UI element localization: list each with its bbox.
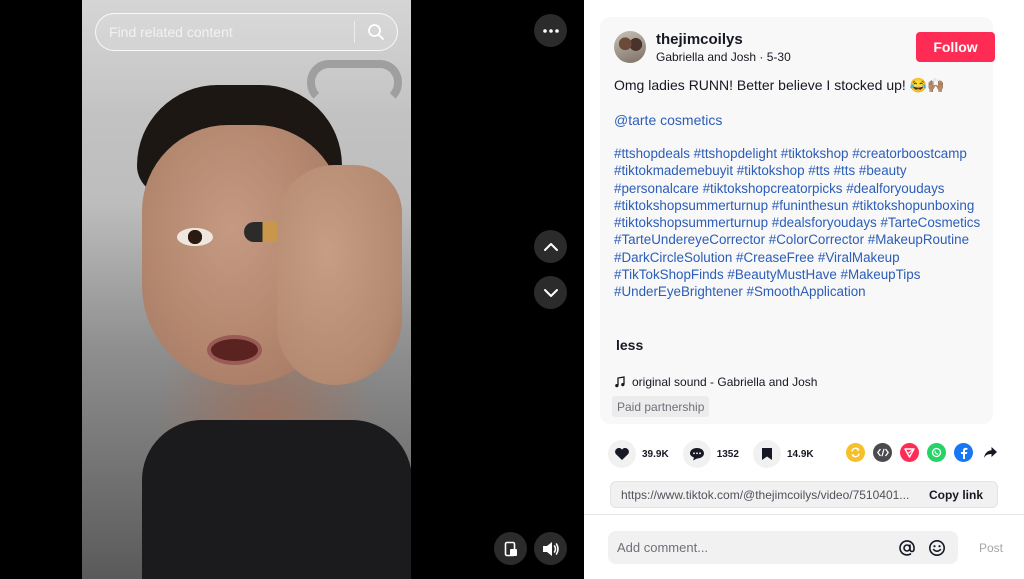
whatsapp-icon[interactable] [927, 443, 946, 462]
chevron-down-icon [543, 288, 558, 297]
related-search-input[interactable]: Find related content [95, 13, 398, 51]
comment-input[interactable]: Add comment... [608, 531, 958, 564]
author-display-name: Gabriella and Josh [656, 50, 757, 64]
mention-link[interactable]: @tarte cosmetics [614, 112, 722, 128]
divider [584, 514, 1024, 515]
like-button[interactable]: 39.9K [608, 440, 669, 468]
comment-count: 1352 [716, 448, 739, 460]
author-username[interactable]: thejimcoilys [656, 31, 743, 48]
more-icon [542, 28, 559, 33]
more-options-button[interactable] [534, 14, 567, 47]
floating-player-icon [504, 541, 517, 556]
volume-button[interactable] [534, 532, 567, 565]
video-person-eye [177, 228, 213, 246]
video-person-mouth [207, 335, 262, 365]
like-count: 39.9K [642, 448, 669, 460]
hashtag-list[interactable]: #ttshopdeals #ttshopdelight #tiktokshop … [614, 145, 992, 317]
details-panel: thejimcoilys Gabriella and Josh · 5-30 F… [584, 0, 1024, 579]
next-video-button[interactable] [534, 276, 567, 309]
comment-icon [682, 440, 711, 468]
search-icon[interactable] [355, 13, 397, 51]
sound-link[interactable]: original sound - Gabriella and Josh [614, 375, 817, 389]
video-background-handle [307, 60, 402, 105]
speaker-icon [542, 541, 559, 556]
comment-button[interactable]: 1352 [682, 440, 739, 468]
previous-video-button[interactable] [534, 230, 567, 263]
paid-partnership-badge: Paid partnership [612, 396, 710, 417]
share-link-box: https://www.tiktok.com/@thejimcoilys/vid… [610, 481, 998, 508]
video-person-hand [277, 165, 402, 385]
share-arrow-icon[interactable] [981, 443, 999, 462]
post-date: 5-30 [766, 50, 791, 64]
save-count: 14.9K [786, 448, 814, 460]
embed-icon[interactable] [873, 443, 892, 462]
subline-separator: · [756, 50, 767, 64]
caption-text: Omg ladies RUNN! Better believe I stocke… [614, 77, 945, 93]
share-buttons [846, 443, 999, 462]
post-comment-button[interactable]: Post [979, 541, 1003, 555]
video-player[interactable] [82, 0, 411, 579]
comment-placeholder: Add comment... [617, 540, 709, 555]
heart-icon [608, 440, 636, 468]
chevron-up-icon [543, 242, 558, 251]
author-subline: Gabriella and Josh · 5-30 [656, 50, 791, 64]
facebook-icon[interactable] [954, 443, 973, 462]
video-url[interactable]: https://www.tiktok.com/@thejimcoilys/vid… [611, 488, 915, 502]
video-person-top [142, 420, 411, 579]
picture-in-picture-button[interactable] [494, 532, 527, 565]
engagement-stats: 39.9K 1352 14.9K [608, 440, 828, 468]
bookmark-icon [752, 440, 781, 468]
follow-button[interactable]: Follow [916, 32, 995, 62]
less-toggle[interactable]: less [616, 337, 643, 353]
avatar[interactable] [614, 31, 646, 63]
save-button[interactable]: 14.9K [752, 440, 814, 468]
video-area: Find related content [0, 0, 584, 579]
copy-link-button[interactable]: Copy link [915, 488, 997, 502]
music-note-icon [615, 376, 625, 388]
send-icon[interactable] [900, 443, 919, 462]
emoji-icon[interactable] [922, 539, 952, 557]
repost-icon[interactable] [846, 443, 865, 462]
related-search-placeholder: Find related content [109, 24, 233, 40]
sound-label: original sound - Gabriella and Josh [632, 375, 818, 389]
mention-icon[interactable] [892, 539, 922, 557]
description-card: thejimcoilys Gabriella and Josh · 5-30 F… [600, 17, 995, 424]
